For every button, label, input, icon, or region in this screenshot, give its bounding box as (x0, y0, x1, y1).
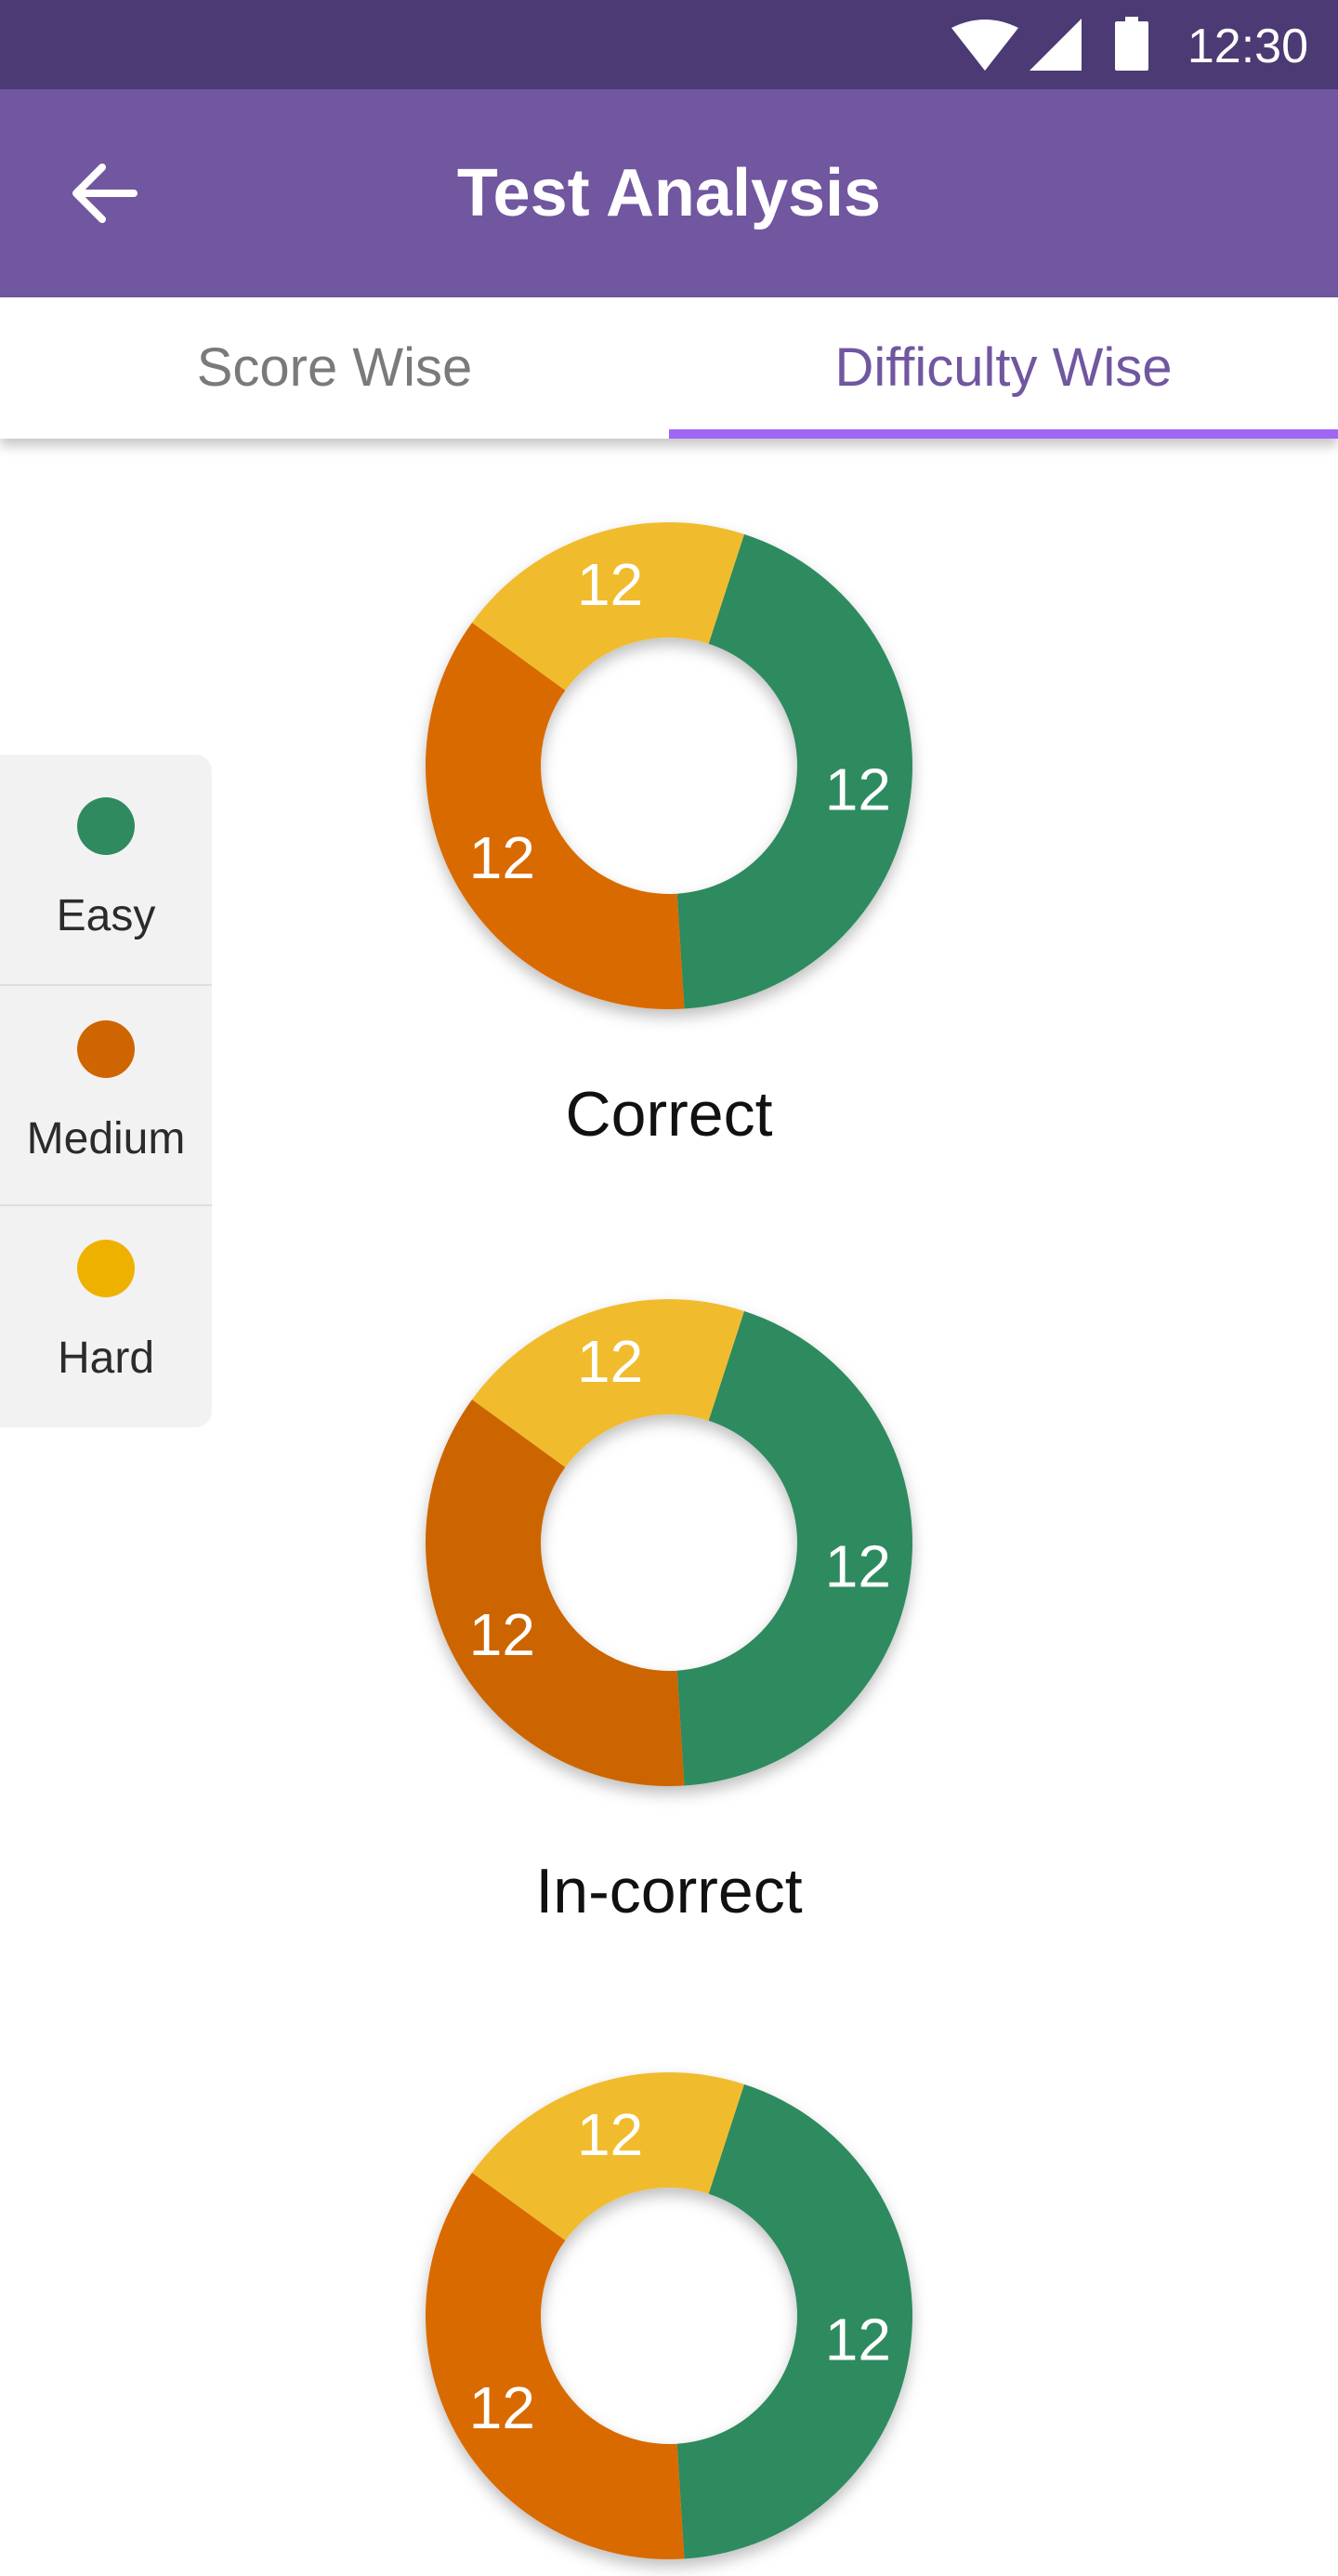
legend-label-easy: Easy (56, 891, 156, 940)
legend-item-medium: Medium (0, 978, 212, 1197)
tab-bar: Score Wise Difficulty Wise (0, 297, 1338, 439)
status-bar: 12:30 (0, 0, 1338, 89)
legend-item-easy: Easy (0, 755, 212, 974)
donut-segment-value: 12 (577, 1328, 643, 1395)
app-bar: Test Analysis (0, 89, 1338, 297)
tab-indicator (669, 429, 1338, 439)
legend-dot-easy (77, 797, 135, 855)
donut-segment-value: 12 (577, 2101, 643, 2168)
donut-segment-value: 12 (825, 2307, 891, 2373)
page-title: Test Analysis (456, 156, 882, 230)
chart-caption-correct: Correct (565, 1079, 773, 1150)
legend-dot-medium (77, 1020, 135, 1078)
difficulty-legend: Easy Medium Hard (0, 755, 212, 1427)
donut-chart-correct: 12 12 12 (425, 522, 913, 1009)
tab-score-wise[interactable]: Score Wise (0, 297, 669, 439)
legend-dot-hard (77, 1240, 135, 1297)
status-time: 12:30 (1187, 20, 1308, 73)
legend-label-medium: Medium (26, 1114, 186, 1163)
donut-segment-value: 12 (469, 824, 535, 891)
donut-segment-value: 12 (469, 1601, 535, 1668)
signal-icon (1030, 19, 1082, 71)
battery-icon (1115, 17, 1148, 71)
legend-label-hard: Hard (57, 1334, 155, 1383)
wifi-icon (951, 20, 1018, 71)
donut-chart-third: 12 12 12 (425, 2072, 913, 2559)
tab-difficulty-wise[interactable]: Difficulty Wise (669, 297, 1338, 439)
legend-item-hard: Hard (0, 1197, 212, 1416)
donut-segment-value: 12 (469, 2374, 535, 2441)
chart-caption-incorrect: In-correct (535, 1856, 803, 1926)
donut-chart-incorrect: 12 12 12 (425, 1299, 913, 1786)
donut-segment-value: 12 (825, 1533, 891, 1600)
donut-segment-value: 12 (577, 551, 643, 618)
donut-segment-value: 12 (825, 756, 891, 823)
